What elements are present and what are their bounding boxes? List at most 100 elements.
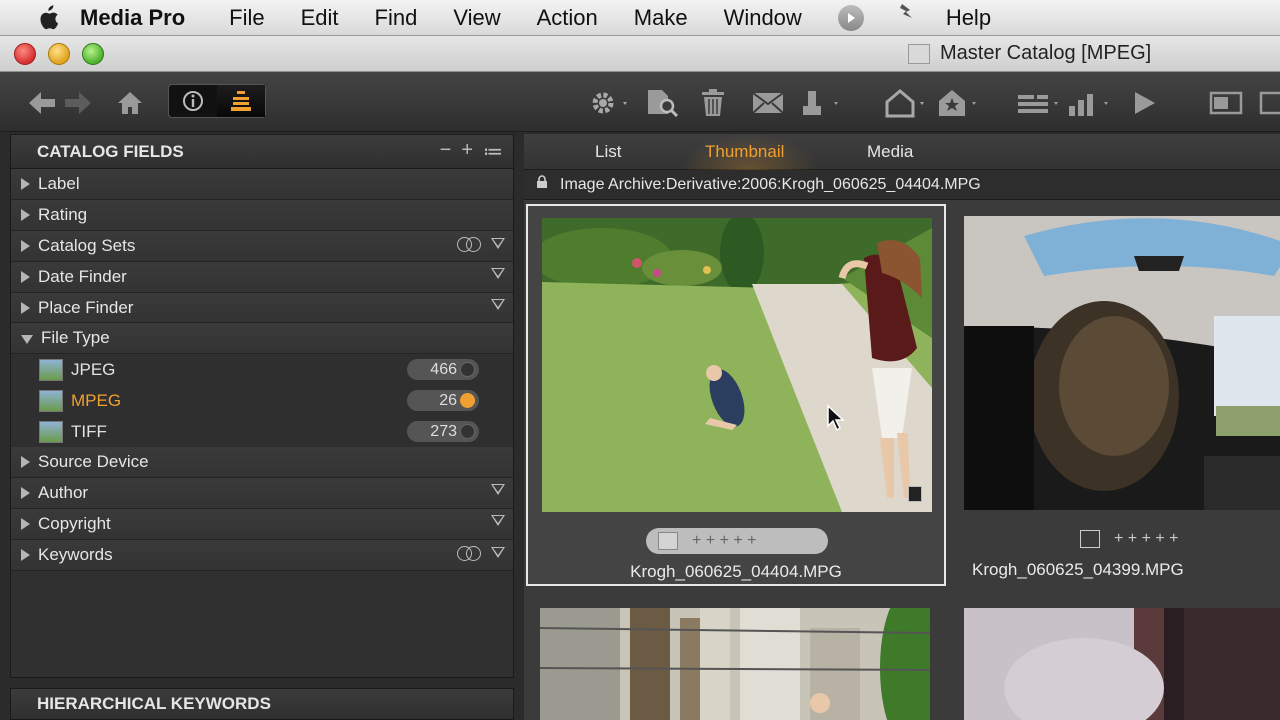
thumbnail-image[interactable]	[964, 608, 1280, 720]
rating-stars[interactable]: + + + + +	[692, 532, 757, 550]
apple-icon[interactable]	[30, 4, 66, 32]
rating-bar[interactable]: + + + + +	[646, 528, 828, 554]
menu-find[interactable]: Find	[375, 5, 418, 31]
disclosure-triangle-icon[interactable]	[21, 208, 30, 221]
mail-icon[interactable]	[750, 86, 786, 120]
lock-icon[interactable]	[536, 175, 548, 194]
view-tabs: List Thumbnail Media	[524, 134, 1280, 170]
close-window-button[interactable]	[14, 43, 36, 65]
link-icon[interactable]	[457, 236, 481, 252]
field-row-copyright[interactable]: Copyright	[11, 508, 513, 540]
menu-window[interactable]: Window	[724, 5, 802, 31]
disclosure-triangle-icon[interactable]	[21, 177, 30, 190]
count-value: 273	[430, 422, 457, 440]
field-row-date-finder[interactable]: Date Finder	[11, 261, 513, 293]
file-type-label: JPEG	[71, 359, 116, 379]
link-icon[interactable]	[457, 545, 481, 561]
filter-icon[interactable]	[491, 238, 505, 250]
thumbnail-size-icon[interactable]	[1066, 86, 1114, 120]
favorites-star-icon[interactable]	[936, 86, 980, 120]
file-type-item-mpeg[interactable]: MPEG 26	[11, 385, 513, 417]
disclosure-triangle-icon[interactable]	[21, 517, 30, 530]
automator-icon[interactable]	[837, 4, 864, 31]
field-row-rating[interactable]: Rating	[11, 199, 513, 231]
field-row-author[interactable]: Author	[11, 477, 513, 509]
tab-list[interactable]: List	[595, 142, 621, 162]
select-dot[interactable]	[460, 362, 475, 378]
minimize-window-button[interactable]	[48, 43, 70, 65]
disclosure-triangle-icon[interactable]	[21, 455, 30, 468]
home-icon[interactable]	[114, 86, 146, 120]
thumbnail-cell-selected[interactable]: + + + + + Krogh_060625_04404.MPG	[526, 204, 946, 586]
disclosure-triangle-icon[interactable]	[21, 239, 30, 252]
script-menu-icon[interactable]	[896, 2, 916, 33]
thumbnail-cell[interactable]	[950, 602, 1280, 720]
disclosure-triangle-open-icon[interactable]	[21, 335, 33, 345]
thumbnail-image[interactable]	[964, 216, 1280, 510]
field-row-place-finder[interactable]: Place Finder	[11, 292, 513, 324]
layout-toggle-icon[interactable]	[1206, 86, 1246, 120]
disclosure-triangle-icon[interactable]	[21, 486, 30, 499]
catalog-fields-panel: CATALOG FIELDS − + ≔ Label Rating Catalo…	[10, 134, 514, 678]
zoom-window-button[interactable]	[82, 43, 104, 65]
hierarchical-keywords-header[interactable]: HIERARCHICAL KEYWORDS	[10, 688, 514, 720]
slideshow-play-icon[interactable]	[1128, 86, 1160, 120]
panel-title: HIERARCHICAL KEYWORDS	[37, 694, 271, 713]
home-folder-icon[interactable]	[884, 86, 928, 120]
menu-edit[interactable]: Edit	[301, 5, 339, 31]
add-plus-icon[interactable]: +	[461, 139, 473, 164]
filter-icon[interactable]	[491, 298, 505, 310]
thumbnail-cell[interactable]: + + + + + Krogh_060625_04399.MPG	[950, 204, 1280, 586]
field-label: Rating	[38, 204, 88, 224]
menu-make[interactable]: Make	[634, 5, 688, 31]
label-checkbox[interactable]	[1080, 530, 1100, 548]
filter-icon[interactable]	[491, 514, 505, 526]
options-list-icon[interactable]: ≔	[483, 139, 503, 164]
back-arrow-icon[interactable]	[26, 86, 58, 120]
disclosure-triangle-icon[interactable]	[21, 270, 30, 283]
thumbnail-image[interactable]	[540, 608, 930, 720]
menu-file[interactable]: File	[229, 5, 264, 31]
field-label: Place Finder	[38, 297, 134, 317]
field-row-catalog-sets[interactable]: Catalog Sets	[11, 230, 513, 262]
panel-list-icon[interactable]	[217, 85, 265, 117]
file-type-label: MPEG	[71, 390, 122, 410]
rating-bar[interactable]: + + + + +	[1068, 526, 1250, 552]
field-label: File Type	[41, 328, 110, 348]
filter-icon[interactable]	[491, 267, 505, 279]
select-dot-active[interactable]	[460, 393, 475, 409]
menu-action[interactable]: Action	[537, 5, 598, 31]
preview-search-icon[interactable]	[644, 86, 680, 120]
thumbnail-image[interactable]	[542, 218, 932, 512]
forward-arrow-icon[interactable]	[62, 86, 94, 120]
field-row-keywords[interactable]: Keywords	[11, 539, 513, 571]
menu-app-name[interactable]: Media Pro	[80, 5, 185, 31]
file-type-item-jpeg[interactable]: JPEG 466	[11, 354, 513, 386]
menu-view[interactable]: View	[453, 5, 500, 31]
file-type-item-tiff[interactable]: TIFF 273	[11, 416, 513, 448]
filter-icon[interactable]	[491, 547, 505, 559]
label-checkbox[interactable]	[658, 532, 678, 550]
thumbnail-cell[interactable]	[526, 602, 946, 720]
export-icon[interactable]	[800, 86, 842, 120]
filter-icon[interactable]	[491, 483, 505, 495]
info-icon[interactable]	[169, 85, 217, 117]
video-badge-icon	[908, 486, 922, 502]
gear-icon[interactable]	[586, 86, 632, 120]
field-label: Author	[38, 482, 89, 502]
field-row-source-device[interactable]: Source Device	[11, 447, 513, 478]
collapse-minus-icon[interactable]: −	[440, 139, 452, 164]
rating-stars[interactable]: + + + + +	[1114, 530, 1179, 548]
count-badge: 26	[407, 390, 479, 412]
menu-help[interactable]: Help	[946, 5, 991, 31]
sort-options-icon[interactable]	[1016, 86, 1062, 120]
select-dot[interactable]	[460, 424, 475, 440]
panel-toggle-icon[interactable]	[1258, 86, 1280, 120]
field-row-file-type[interactable]: File Type	[11, 323, 513, 355]
disclosure-triangle-icon[interactable]	[21, 301, 30, 314]
trash-icon[interactable]	[698, 86, 728, 120]
tab-media[interactable]: Media	[867, 142, 913, 162]
field-row-label[interactable]: Label	[11, 169, 513, 200]
tab-thumbnail[interactable]: Thumbnail	[705, 142, 784, 162]
disclosure-triangle-icon[interactable]	[21, 548, 30, 561]
